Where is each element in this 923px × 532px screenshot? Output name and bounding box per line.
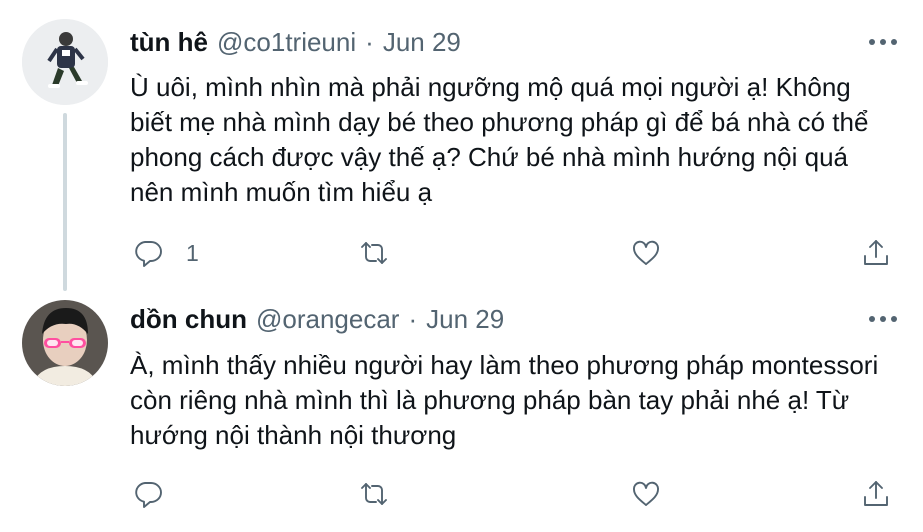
handle[interactable]: @co1trieuni — [217, 27, 356, 58]
display-name[interactable]: dồn chun — [130, 304, 247, 335]
tweet[interactable]: tùn hê @co1trieuni · Jun 29 Ù uôi, mình … — [0, 0, 923, 292]
more-icon[interactable] — [869, 314, 897, 324]
timestamp[interactable]: Jun 29 — [383, 27, 461, 58]
share-button[interactable] — [860, 233, 892, 273]
tweet-header: dồn chun @orangecar · Jun 29 — [130, 304, 504, 334]
tweet-actions: 1 — [130, 233, 900, 273]
reply-icon — [135, 241, 162, 267]
tweet-text: Ù uôi, mình nhìn mà phải ngưỡng mộ quá m… — [130, 72, 869, 207]
like-button[interactable] — [630, 474, 662, 514]
reply-icon — [135, 482, 162, 508]
avatar[interactable] — [22, 300, 108, 386]
avatar-image — [22, 19, 108, 105]
thread-line — [63, 113, 67, 291]
reply-button[interactable]: 1 — [132, 233, 199, 273]
share-icon — [864, 481, 888, 506]
retweet-icon — [361, 483, 387, 505]
separator: · — [365, 26, 374, 57]
tweet-actions — [130, 474, 900, 514]
avatar-image — [22, 300, 108, 386]
more-icon[interactable] — [869, 37, 897, 47]
share-icon — [864, 240, 888, 265]
heart-icon — [633, 240, 659, 265]
retweet-button[interactable] — [358, 474, 390, 514]
timestamp[interactable]: Jun 29 — [426, 304, 504, 335]
reply-button[interactable] — [132, 474, 186, 514]
display-name[interactable]: tùn hê — [130, 27, 208, 58]
separator: · — [408, 303, 418, 334]
tweet[interactable]: dồn chun @orangecar · Jun 29 À, mình thấ… — [0, 292, 923, 532]
tweet-text: À, mình thấy nhiều người hay làm theo ph… — [130, 350, 879, 450]
tweet-header: tùn hê @co1trieuni · Jun 29 — [130, 27, 461, 57]
heart-icon — [633, 481, 659, 506]
like-button[interactable] — [630, 233, 662, 273]
reply-count: 1 — [186, 239, 199, 266]
retweet-icon — [361, 242, 387, 264]
retweet-button[interactable] — [358, 233, 390, 273]
avatar[interactable] — [22, 19, 108, 105]
share-button[interactable] — [860, 474, 892, 514]
handle[interactable]: @orangecar — [256, 304, 399, 335]
